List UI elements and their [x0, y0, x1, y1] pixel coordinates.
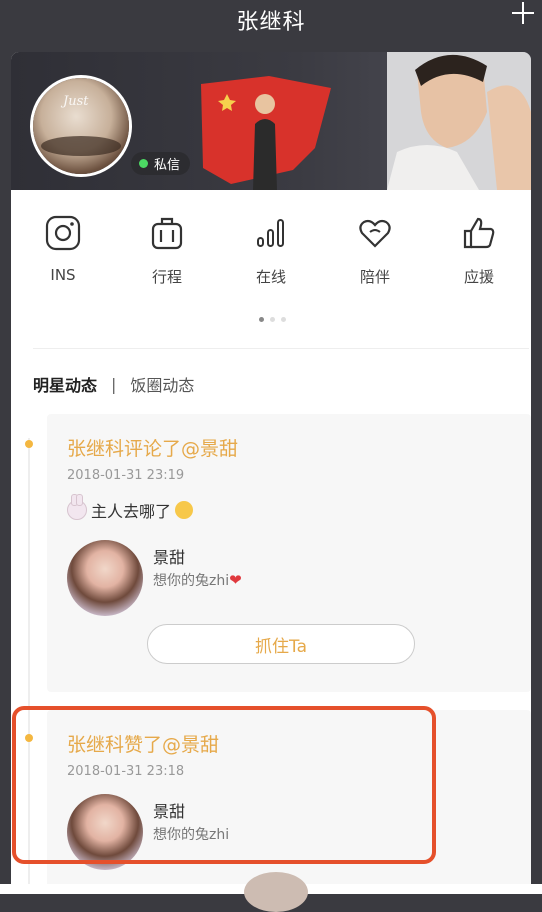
rabbit-emoji-icon [67, 494, 87, 520]
action-ins[interactable]: INS [11, 214, 115, 304]
feed-text: 主人去哪了 [67, 494, 194, 522]
quoted-text-row: 想你的兔zhi❤ [153, 570, 242, 590]
avatar[interactable] [67, 540, 143, 616]
page-title: 张继科 [236, 10, 306, 35]
feed-time: 2018-01-31 23:19 [67, 468, 185, 483]
quoted-post[interactable]: 景甜 想你的兔zhi❤ [67, 540, 507, 616]
private-message-button[interactable]: 私信 [131, 152, 191, 175]
divider [33, 348, 529, 349]
private-message-label: 私信 [154, 158, 181, 173]
signal-bars-icon [257, 219, 284, 247]
action-support[interactable]: 应援 [427, 214, 531, 304]
top-bar: 张继科 [0, 0, 542, 40]
luggage-icon [151, 217, 183, 250]
instagram-icon [45, 215, 81, 251]
action-label: 在线 [255, 268, 286, 286]
page-indicator [259, 317, 286, 322]
action-label: 行程 [151, 268, 182, 286]
heart-icon: ❤ [229, 571, 242, 589]
quoted-text: 想你的兔zhi [153, 573, 230, 589]
comment-text: 主人去哪了 [91, 502, 172, 521]
online-dot-icon [139, 159, 148, 168]
tab-star-feed[interactable]: 明星动态 [33, 372, 97, 396]
grab-ta-button[interactable]: 抓住Ta [147, 624, 415, 664]
feed-tabs: 明星动态 | 饭圈动态 [33, 372, 194, 396]
bottom-avatar[interactable] [244, 872, 308, 912]
flag-photo [201, 76, 331, 190]
thinking-emoji-icon [175, 501, 194, 519]
timeline-dot [25, 440, 33, 448]
avatar-signature: Just [63, 94, 89, 109]
action-label: 陪伴 [359, 268, 390, 286]
action-schedule[interactable]: 行程 [115, 214, 219, 304]
action-label: 应援 [463, 268, 494, 286]
action-online[interactable]: 在线 [219, 214, 323, 304]
hearts-icon [359, 219, 391, 248]
add-icon[interactable] [510, 0, 536, 26]
tab-fan-feed[interactable]: 饭圈动态 [130, 372, 194, 396]
tab-divider: | [111, 374, 117, 394]
action-accompany[interactable]: 陪伴 [323, 214, 427, 304]
profile-banner: Just 私信 [11, 52, 531, 190]
feed-title[interactable]: 张继科评论了@景甜 [67, 434, 238, 461]
quick-actions: INS 行程 在线 陪伴 应援 [11, 214, 531, 304]
avatar[interactable]: Just [33, 78, 129, 174]
action-label: INS [50, 266, 76, 284]
thumbs-up-icon [463, 217, 495, 249]
quoted-user-name: 景甜 [153, 548, 186, 567]
feed-item[interactable]: 张继科评论了@景甜 2018-01-31 23:19 主人去哪了 景甜 想你的兔… [47, 414, 531, 692]
celebrity-photo [387, 52, 531, 190]
highlight-box [12, 706, 436, 864]
